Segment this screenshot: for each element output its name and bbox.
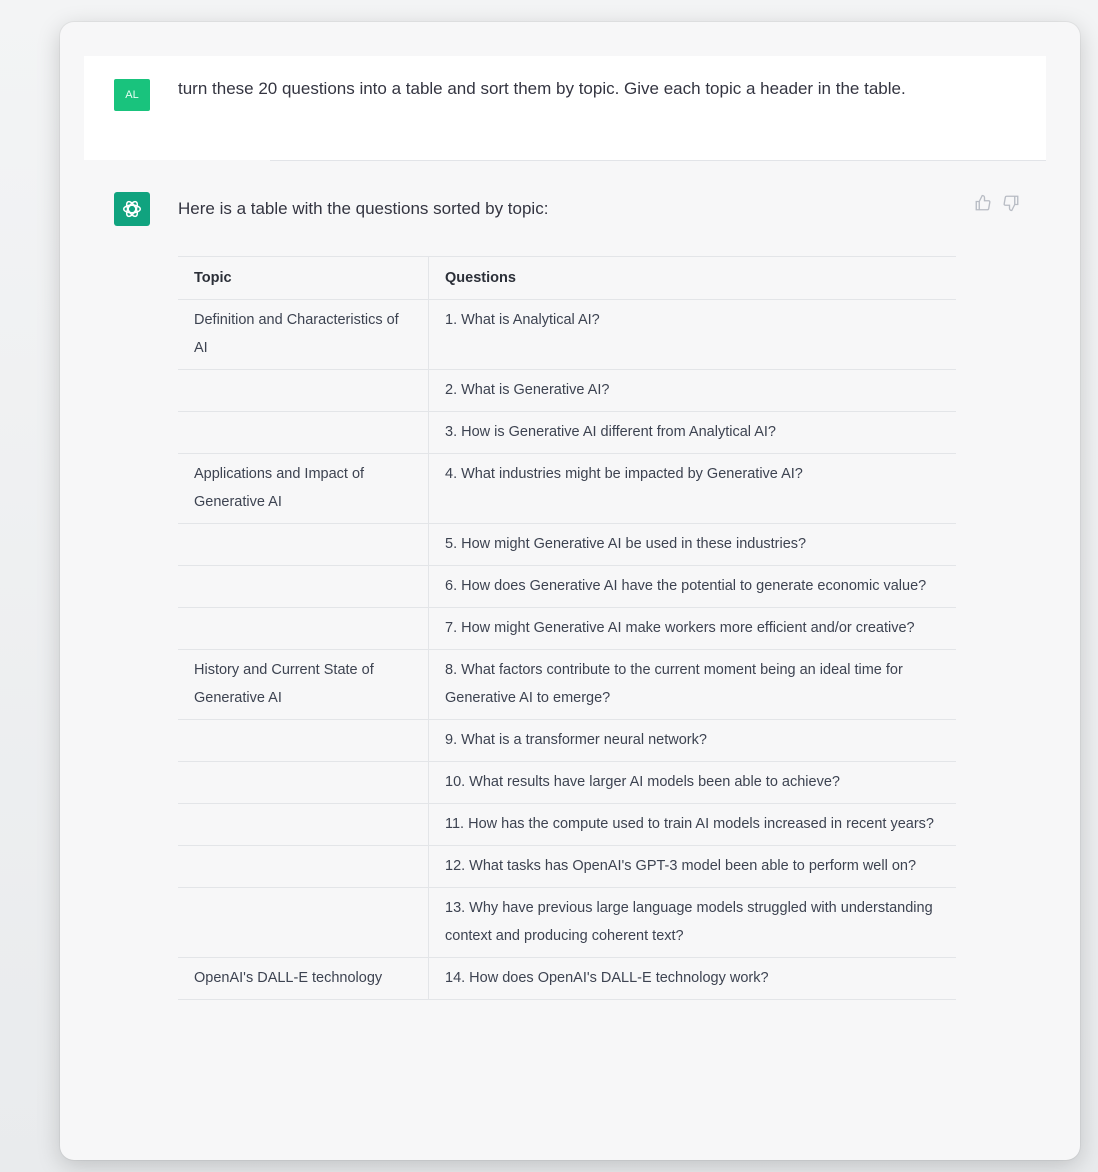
topic-cell — [178, 887, 429, 958]
table-row: 3. How is Generative AI different from A… — [178, 411, 956, 454]
topic-cell: OpenAI's DALL-E technology — [178, 957, 429, 1000]
topic-cell — [178, 761, 429, 804]
user-avatar: AL — [114, 79, 150, 111]
topic-cell: Applications and Impact of Generative AI — [178, 453, 429, 524]
question-cell: 5. How might Generative AI be used in th… — [428, 523, 956, 566]
question-cell: 12. What tasks has OpenAI's GPT-3 model … — [428, 845, 956, 888]
question-cell: 14. How does OpenAI's DALL-E technology … — [428, 957, 956, 1000]
topic-cell — [178, 719, 429, 762]
table-row: 7. How might Generative AI make workers … — [178, 607, 956, 650]
topic-cell — [178, 845, 429, 888]
question-cell: 13. Why have previous large language mod… — [428, 887, 956, 958]
question-cell: 11. How has the compute used to train AI… — [428, 803, 956, 846]
table-row: Definition and Characteristics of AI 1. W… — [178, 299, 956, 370]
column-header-questions: Questions — [428, 256, 956, 300]
topic-cell — [178, 369, 429, 412]
table-row: 10. What results have larger AI models b… — [178, 761, 956, 804]
page-background: AL turn these 20 questions into a table … — [0, 0, 1098, 1172]
question-cell: 7. How might Generative AI make workers … — [428, 607, 956, 650]
openai-logo-icon — [114, 192, 150, 226]
question-cell: 10. What results have larger AI models b… — [428, 761, 956, 804]
thumbs-down-icon[interactable] — [1002, 194, 1020, 212]
chat-card: AL turn these 20 questions into a table … — [60, 22, 1080, 1160]
table-header-row: Topic Questions — [178, 256, 956, 300]
table-row: Applications and Impact of Generative AI… — [178, 453, 956, 524]
topic-cell — [178, 523, 429, 566]
table-body: Definition and Characteristics of AI 1. W… — [178, 299, 956, 1000]
question-cell: 4. What industries might be impacted by … — [428, 453, 956, 524]
topic-cell — [178, 803, 429, 846]
table-row: 9. What is a transformer neural network? — [178, 719, 956, 762]
topic-cell — [178, 607, 429, 650]
question-cell: 9. What is a transformer neural network? — [428, 719, 956, 762]
feedback-buttons — [974, 194, 1020, 212]
table-row: History and Current State of Generative … — [178, 649, 956, 720]
topic-cell — [178, 411, 429, 454]
user-message-row: AL turn these 20 questions into a table … — [84, 56, 1046, 160]
table-row: OpenAI's DALL-E technology 14. How does O… — [178, 957, 956, 1000]
assistant-intro-text: Here is a table with the questions sorte… — [178, 199, 549, 218]
topic-cell — [178, 565, 429, 608]
table-row: 11. How has the compute used to train AI… — [178, 803, 956, 846]
table-row: 6. How does Generative AI have the poten… — [178, 565, 956, 608]
message-divider — [270, 160, 1046, 161]
table-row: 13. Why have previous large language mod… — [178, 887, 956, 958]
topic-cell: History and Current State of Generative … — [178, 649, 429, 720]
questions-table: Topic Questions Definition and Character… — [178, 256, 956, 1000]
question-cell: 2. What is Generative AI? — [428, 369, 956, 412]
thumbs-up-icon[interactable] — [974, 194, 992, 212]
topic-cell: Definition and Characteristics of AI — [178, 299, 429, 370]
question-cell: 8. What factors contribute to the curren… — [428, 649, 956, 720]
table-row: 5. How might Generative AI be used in th… — [178, 523, 956, 566]
question-cell: 3. How is Generative AI different from A… — [428, 411, 956, 454]
table-row: 12. What tasks has OpenAI's GPT-3 model … — [178, 845, 956, 888]
user-message-text: turn these 20 questions into a table and… — [178, 79, 906, 98]
table-row: 2. What is Generative AI? — [178, 369, 956, 412]
question-cell: 6. How does Generative AI have the poten… — [428, 565, 956, 608]
column-header-topic: Topic — [178, 256, 429, 300]
question-cell: 1. What is Analytical AI? — [428, 299, 956, 370]
